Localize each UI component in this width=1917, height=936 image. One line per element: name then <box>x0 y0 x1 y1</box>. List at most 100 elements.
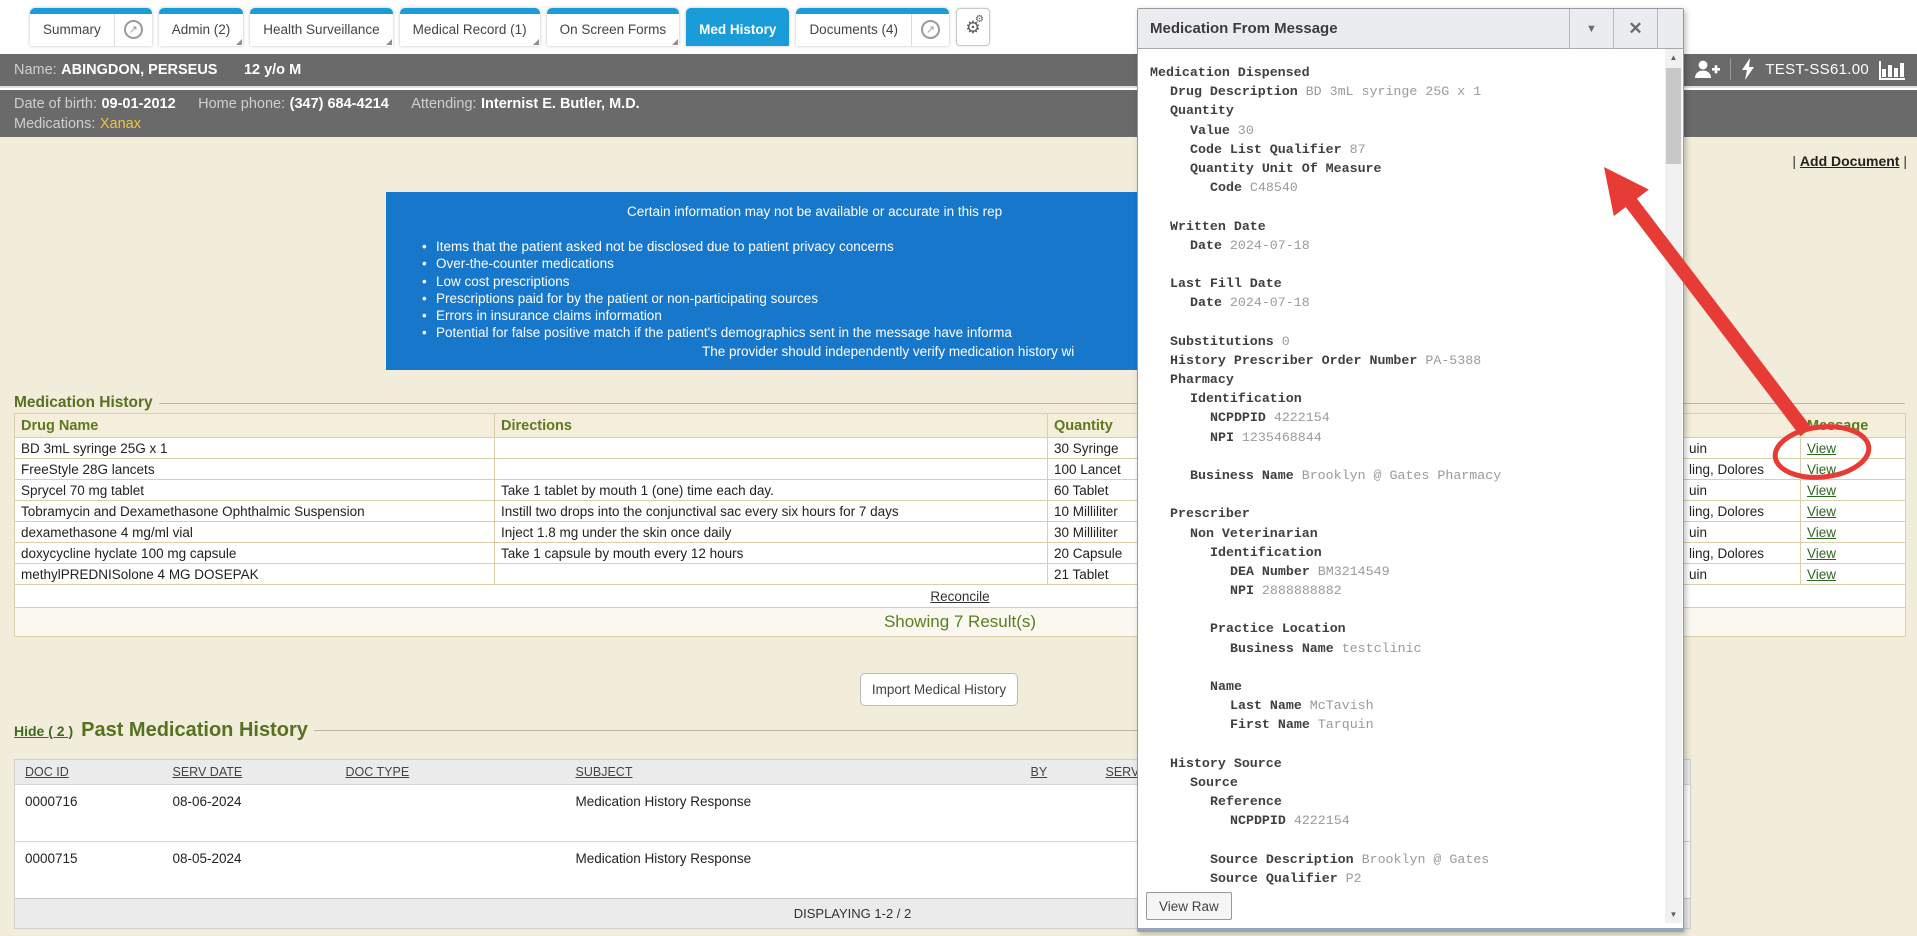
tab-documents[interactable]: Documents (4) ↗ <box>796 8 949 46</box>
modal-tree-line: Prescriber <box>1150 504 1661 523</box>
tab-menu-fold-icon <box>672 39 678 45</box>
col-doc-id[interactable]: DOC ID <box>15 760 163 785</box>
col-serv-date[interactable]: SERV DATE <box>163 760 336 785</box>
medications-value[interactable]: Xanax <box>100 116 141 132</box>
modal-tree-line: Code List Qualifier 87 <box>1150 140 1661 159</box>
cell-directions <box>495 564 1048 585</box>
tab-label: Admin (2) <box>159 8 244 46</box>
modal-tree-value: 2024-07-18 <box>1222 238 1310 253</box>
col-directions[interactable]: Directions <box>495 414 1048 438</box>
col-by[interactable]: BY <box>1021 760 1096 785</box>
tab-label: Medical Record (1) <box>400 8 540 46</box>
patient-dob: 09-01-2012 <box>101 96 175 112</box>
lightning-icon[interactable] <box>1741 58 1755 80</box>
cell-by <box>1021 842 1096 899</box>
screen: Summary ↗ Admin (2) Health Surveillance … <box>0 0 1917 936</box>
scrollbar-thumb[interactable] <box>1666 68 1681 164</box>
tab-med-history[interactable]: Med History <box>686 8 789 46</box>
modal-tree-line: Business Name Brooklyn @ Gates Pharmacy <box>1150 466 1661 485</box>
tab-label: Health Surveillance <box>250 8 392 46</box>
divider <box>1730 58 1731 80</box>
cell-subject: Medication History Response <box>566 785 1021 842</box>
cell-prescriber-partial: uin <box>1683 480 1801 501</box>
settings-button[interactable]: ⚙ ⚙ <box>956 8 990 46</box>
dialog-title: Medication From Message <box>1138 20 1569 37</box>
modal-tree-label: Drug Description <box>1170 84 1298 99</box>
modal-tree-label: NPI <box>1230 583 1254 598</box>
modal-tree-value: P2 <box>1338 871 1362 886</box>
view-message-link[interactable]: View <box>1807 462 1836 477</box>
close-icon[interactable]: ✕ <box>1613 9 1657 49</box>
dialog-collapse-button[interactable]: ▼ <box>1569 9 1613 49</box>
tab-documents-popout[interactable]: ↗ <box>911 8 949 46</box>
modal-tree-label: Prescriber <box>1170 506 1250 521</box>
dialog-scrollbar[interactable]: ▲ ▼ <box>1665 49 1682 923</box>
tab-health-surveillance[interactable]: Health Surveillance <box>250 8 392 46</box>
modal-tree-value: BM3214549 <box>1310 564 1390 579</box>
modal-tree-line: Written Date <box>1150 217 1661 236</box>
add-document-link[interactable]: Add Document <box>1800 153 1900 169</box>
scroll-down-icon[interactable]: ▼ <box>1665 906 1682 923</box>
phone-label: Home phone: <box>198 96 285 112</box>
tab-medical-record[interactable]: Medical Record (1) <box>400 8 540 46</box>
scroll-up-icon[interactable]: ▲ <box>1665 49 1682 66</box>
modal-tree-value: 87 <box>1342 142 1366 157</box>
cell-serv-date: 08-05-2024 <box>163 842 336 899</box>
add-person-icon[interactable] <box>1693 59 1720 79</box>
modal-tree-value: 2024-07-18 <box>1222 295 1310 310</box>
tab-label: Summary <box>30 8 114 46</box>
modal-tree-value: BD 3mL syringe 25G x 1 <box>1298 84 1482 99</box>
pipe: | <box>1792 153 1800 169</box>
cell-prescriber-partial: ling, Dolores <box>1683 501 1801 522</box>
modal-tree-label: Date <box>1190 295 1222 310</box>
col-subject[interactable]: SUBJECT <box>566 760 1021 785</box>
cell-directions <box>495 459 1048 480</box>
view-message-link[interactable]: View <box>1807 483 1836 498</box>
cell-directions: Take 1 capsule by mouth every 12 hours <box>495 543 1048 564</box>
view-message-link[interactable]: View <box>1807 441 1836 456</box>
view-message-link[interactable]: View <box>1807 546 1836 561</box>
modal-tree-line <box>1150 600 1661 619</box>
tab-summary-popout[interactable]: ↗ <box>114 8 152 46</box>
col-doc-type[interactable]: DOC TYPE <box>336 760 566 785</box>
gear-small-icon: ⚙ <box>975 15 984 25</box>
modal-tree-label: History Source <box>1170 756 1282 771</box>
modal-tree-value: 4222154 <box>1266 410 1330 425</box>
external-link-icon: ↗ <box>921 20 940 39</box>
modal-tree-line: Source <box>1150 773 1661 792</box>
cell-directions: Take 1 tablet by mouth 1 (one) time each… <box>495 480 1048 501</box>
col-hidden <box>1683 414 1801 438</box>
chart-icon[interactable] <box>1879 59 1905 80</box>
cell-directions: Instill two drops into the conjunctival … <box>495 501 1048 522</box>
modal-tree-line: Date 2024-07-18 <box>1150 293 1661 312</box>
tab-on-screen-forms[interactable]: On Screen Forms <box>547 8 680 46</box>
notice-bullet: Items that the patient asked not be disc… <box>422 238 1012 255</box>
view-message-link[interactable]: View <box>1807 567 1836 582</box>
reconcile-link[interactable]: Reconcile <box>930 589 989 604</box>
tab-menu-fold-icon <box>386 39 392 45</box>
modal-tree-value: C48540 <box>1242 180 1298 195</box>
view-message-link[interactable]: View <box>1807 504 1836 519</box>
modal-tree-line: Last Name McTavish <box>1150 696 1661 715</box>
modal-tree-line: Code C48540 <box>1150 178 1661 197</box>
cell-prescriber-partial: uin <box>1683 564 1801 585</box>
cell-directions <box>495 438 1048 459</box>
view-message-link[interactable]: View <box>1807 525 1836 540</box>
col-message[interactable]: Message <box>1801 414 1906 438</box>
external-link-icon: ↗ <box>124 20 143 39</box>
med-history-heading: Medication History <box>14 394 153 412</box>
import-medical-history-button[interactable]: Import Medical History <box>860 673 1018 706</box>
cell-prescriber-partial: ling, Dolores <box>1683 459 1801 480</box>
modal-tree-label: Name <box>1210 679 1242 694</box>
modal-tree-line: Substitutions 0 <box>1150 332 1661 351</box>
modal-tree-label: Date <box>1190 238 1222 253</box>
tab-admin[interactable]: Admin (2) <box>159 8 244 46</box>
dialog-title-bar[interactable]: Medication From Message ▼ ✕ <box>1138 9 1683 49</box>
col-drug-name[interactable]: Drug Name <box>15 414 495 438</box>
view-raw-button[interactable]: View Raw <box>1146 892 1232 920</box>
hide-past-history-link[interactable]: Hide ( 2 ) <box>14 723 73 739</box>
tab-summary[interactable]: Summary ↗ <box>30 8 152 46</box>
modal-tree-value: 4222154 <box>1286 813 1350 828</box>
cell-by <box>1021 785 1096 842</box>
tab-menu-fold-icon <box>533 39 539 45</box>
